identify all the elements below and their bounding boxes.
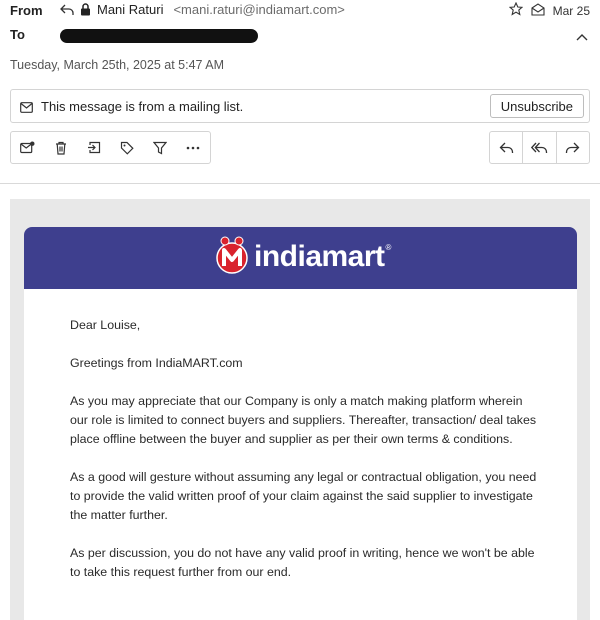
envelope-open-icon [531, 2, 545, 19]
label-tag-icon [120, 141, 134, 155]
mark-unread-button[interactable] [11, 132, 44, 163]
more-button[interactable] [176, 132, 209, 163]
forward-icon [565, 142, 580, 154]
sender-name[interactable]: Mani Raturi [97, 2, 163, 17]
mailing-list-notice: This message is from a mailing list. Uns… [10, 89, 590, 123]
body-paragraph: As a good will gesture without assuming … [70, 470, 537, 522]
greeting-paragraph: Greetings from IndiaMART.com [70, 356, 243, 370]
reply-all-icon [531, 142, 548, 154]
sender-email[interactable]: <mani.raturi@indiamart.com> [173, 2, 344, 17]
header-divider [0, 183, 600, 184]
redacted-recipient [60, 29, 258, 43]
forward-button[interactable] [557, 132, 589, 163]
to-row: To [0, 24, 600, 44]
move-button[interactable] [77, 132, 110, 163]
reply-button[interactable] [490, 132, 522, 163]
delete-button[interactable] [44, 132, 77, 163]
mailing-list-text: This message is from a mailing list. [41, 99, 244, 114]
message-toolbar [10, 131, 211, 164]
email-content: indiamart ® Dear Louise, Greetings from … [24, 227, 577, 620]
trash-icon [55, 141, 67, 155]
mark-unread-icon [20, 141, 35, 154]
short-date: Mar 25 [552, 3, 590, 18]
message-body: Dear Louise, Greetings from IndiaMART.co… [70, 316, 540, 601]
brand-banner: indiamart ® [24, 227, 577, 289]
filter-icon [152, 141, 167, 155]
full-date: Tuesday, March 25th, 2025 at 5:47 AM [10, 58, 225, 72]
registered-mark-icon: ® [385, 243, 392, 252]
salutation: Dear Louise, [70, 318, 141, 332]
replied-icon [60, 4, 74, 16]
more-icon [186, 146, 200, 150]
reply-icon [499, 142, 514, 154]
filter-button[interactable] [143, 132, 176, 163]
indiamart-m-icon [212, 235, 252, 280]
chevron-up-icon[interactable] [576, 28, 588, 46]
unsubscribe-button[interactable]: Unsubscribe [489, 94, 584, 118]
star-icon[interactable] [508, 1, 523, 19]
from-row: From Mani Raturi <mani.raturi@indiamart.… [0, 0, 600, 20]
logo-text: indiamart [254, 240, 385, 273]
lock-icon [80, 3, 91, 16]
body-paragraph: As per discussion, you do not have any v… [70, 546, 535, 579]
label-button[interactable] [110, 132, 143, 163]
to-label: To [10, 26, 25, 42]
reply-toolbar [489, 131, 590, 164]
from-label: From [10, 2, 43, 18]
move-to-folder-icon [87, 141, 101, 154]
indiamart-logo[interactable]: indiamart ® [212, 235, 392, 280]
body-paragraph: As you may appreciate that our Company i… [70, 394, 537, 446]
reply-all-button[interactable] [523, 132, 555, 163]
envelope-icon [20, 100, 33, 118]
